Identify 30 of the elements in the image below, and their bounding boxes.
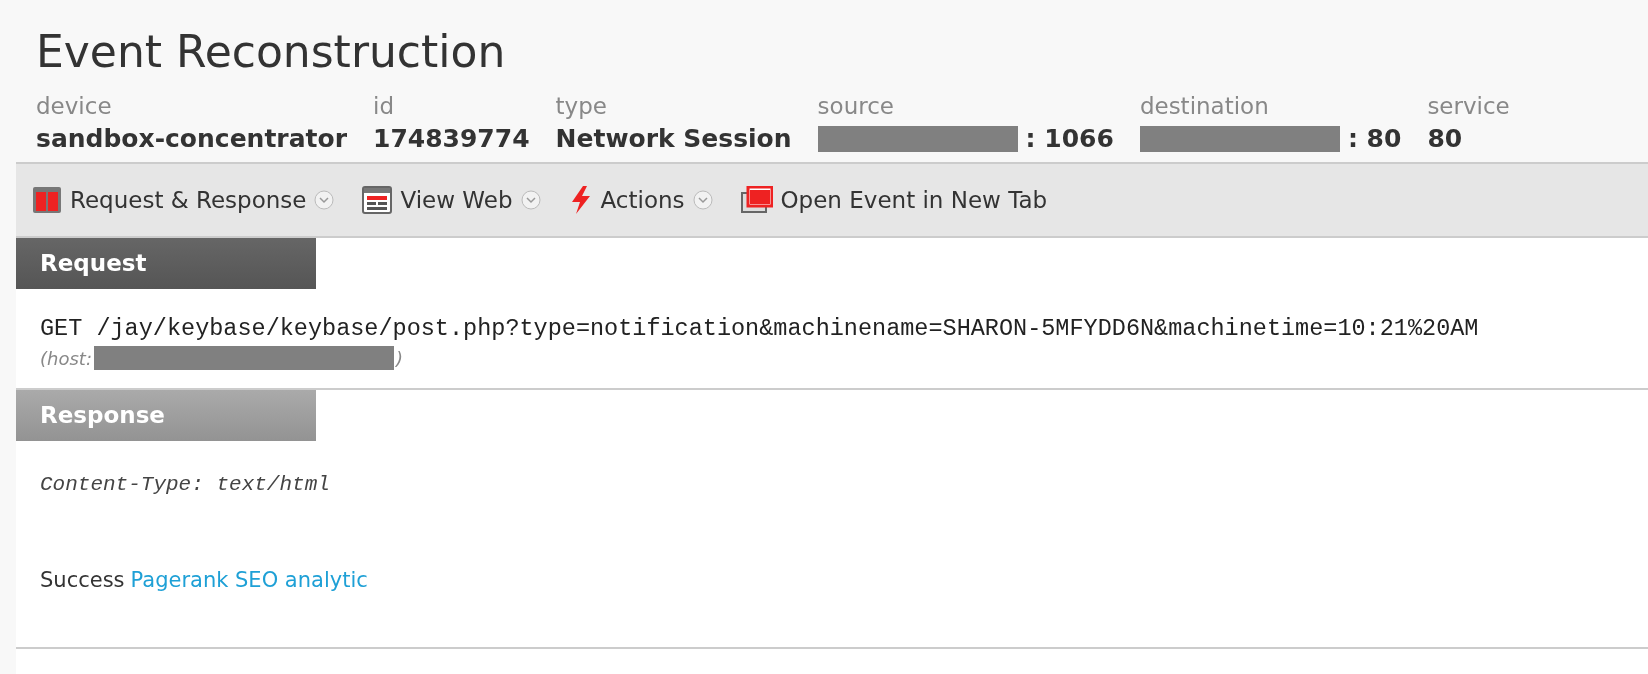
field-label: id xyxy=(373,92,395,121)
section-header: Request xyxy=(16,238,316,289)
dropdown-chevron-icon[interactable] xyxy=(692,190,713,210)
section-header: Response xyxy=(16,390,316,441)
toolbar-menu-button[interactable]: Open Event in New Tab xyxy=(780,187,1048,213)
toolbar-menu-button[interactable]: Actions xyxy=(600,187,685,213)
dropdown-chevron-icon[interactable] xyxy=(520,190,541,210)
field-value: Network Session xyxy=(555,123,792,155)
field-value: 174839774 xyxy=(373,123,530,155)
field-label: destination xyxy=(1139,92,1270,121)
toolbar-menu-button[interactable]: Request & Response xyxy=(70,187,307,213)
host-label: (host: xyxy=(40,347,92,369)
field-value: 80 xyxy=(1427,123,1463,155)
toolbar-menu-button[interactable]: View Web xyxy=(400,187,513,213)
response-text: Success xyxy=(40,568,125,592)
host-label: ) xyxy=(395,347,403,369)
field-value: : 1066 xyxy=(1025,123,1114,155)
field-value: sandbox-concentrator xyxy=(36,123,347,155)
request-line: GET /jay/keybase/keybase/post.php?type=notification&machinename=SHARON-5MFYDD6N&machinetime=10:21%20AM xyxy=(40,315,1480,342)
split-panel-icon xyxy=(32,186,62,214)
field-label: type xyxy=(555,92,608,121)
page-title: Event Reconstruction xyxy=(36,25,507,79)
stacked-windows-icon xyxy=(740,186,773,214)
field-value: : 80 xyxy=(1347,123,1402,155)
field-label: service xyxy=(1427,92,1510,121)
field-label: source xyxy=(817,92,895,121)
web-page-icon xyxy=(362,186,393,214)
field-label: device xyxy=(36,92,113,121)
response-header: Content-Type: text/html xyxy=(40,473,331,496)
dropdown-chevron-icon[interactable] xyxy=(314,190,335,210)
